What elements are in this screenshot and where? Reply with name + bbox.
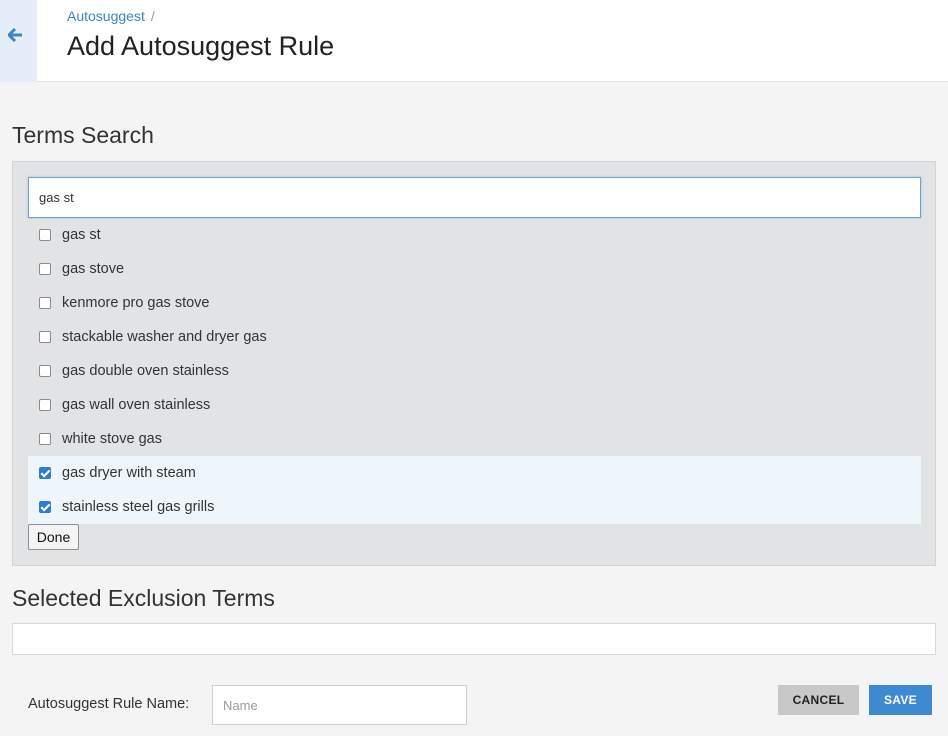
breadcrumb-separator: / <box>150 8 155 24</box>
breadcrumb-link-autosuggest[interactable]: Autosuggest <box>67 8 145 24</box>
term-option[interactable]: gas dryer with steam <box>28 456 921 490</box>
checkbox-unchecked[interactable] <box>39 297 51 309</box>
term-option-label: gas st <box>62 227 101 243</box>
done-button[interactable]: Done <box>28 524 79 550</box>
arrow-left-icon <box>8 28 22 42</box>
term-option[interactable]: stainless steel gas grills <box>28 490 921 524</box>
rule-name-label: Autosuggest Rule Name: <box>28 696 190 712</box>
term-option-label: white stove gas <box>62 431 162 447</box>
term-option-label: gas dryer with steam <box>62 465 196 481</box>
terms-search-input[interactable] <box>28 177 921 218</box>
checkbox-unchecked[interactable] <box>39 331 51 343</box>
term-option[interactable]: gas st <box>28 218 921 252</box>
term-option[interactable]: gas stove <box>28 252 921 286</box>
back-button[interactable] <box>0 0 37 82</box>
term-option-label: gas wall oven stainless <box>62 397 211 413</box>
term-option-label: stackable washer and dryer gas <box>62 329 267 345</box>
term-list: gas st gas stove kenmore pro gas stove stac… <box>28 218 921 524</box>
exclusion-terms-title: Selected Exclusion Terms <box>12 585 275 611</box>
term-option[interactable]: gas wall oven stainless <box>28 388 921 422</box>
checkbox-unchecked[interactable] <box>39 263 51 275</box>
term-option[interactable]: stackable washer and dryer gas <box>28 320 921 354</box>
page-title: Add Autosuggest Rule <box>67 31 335 61</box>
term-option-label: stainless steel gas grills <box>62 499 215 515</box>
checkbox-checked[interactable] <box>39 467 51 479</box>
checkbox-unchecked[interactable] <box>39 433 51 445</box>
cancel-button[interactable]: CANCEL <box>778 685 859 715</box>
term-option[interactable]: white stove gas <box>28 422 921 456</box>
checkbox-unchecked[interactable] <box>39 365 51 377</box>
terms-search-panel: gas st gas stove kenmore pro gas stove stac… <box>12 161 936 566</box>
term-option-label: kenmore pro gas stove <box>62 295 210 311</box>
checkbox-checked[interactable] <box>39 501 51 513</box>
selected-exclusion-terms-box[interactable] <box>12 623 936 655</box>
breadcrumb: Autosuggest / <box>67 8 155 24</box>
save-button[interactable]: SAVE <box>869 685 932 715</box>
checkbox-unchecked[interactable] <box>39 229 51 241</box>
terms-search-title: Terms Search <box>12 122 154 148</box>
term-option-label: gas stove <box>62 261 125 277</box>
checkbox-unchecked[interactable] <box>39 399 51 411</box>
term-option[interactable]: kenmore pro gas stove <box>28 286 921 320</box>
term-option-label: gas double oven stainless <box>62 363 229 379</box>
page-header: Autosuggest / Add Autosuggest Rule <box>0 0 948 82</box>
rule-name-input[interactable] <box>212 685 467 725</box>
term-option[interactable]: gas double oven stainless <box>28 354 921 388</box>
